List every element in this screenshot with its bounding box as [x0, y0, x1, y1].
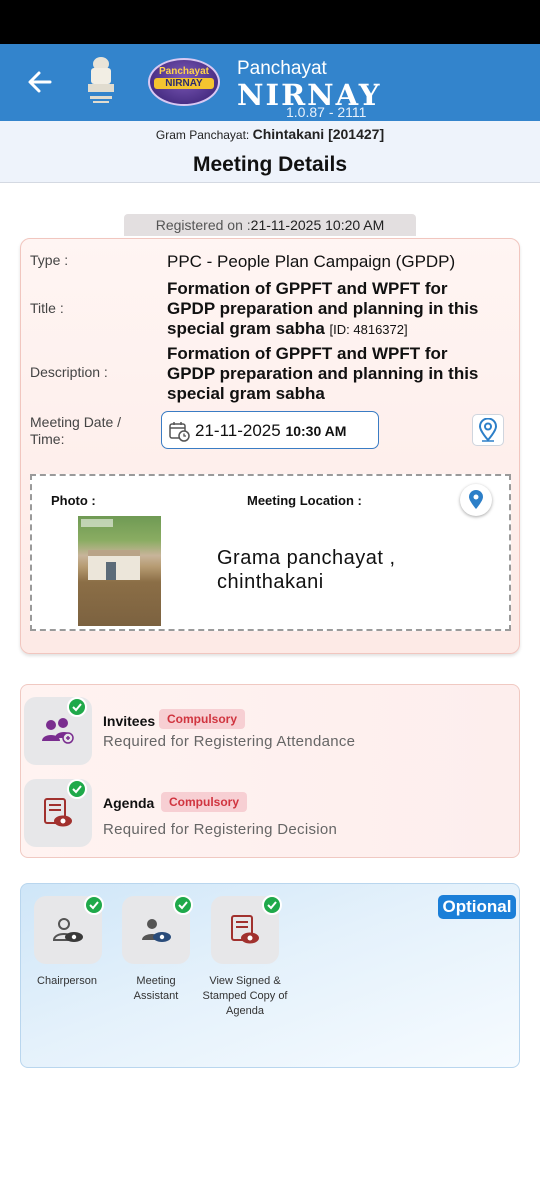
nirnay-logo: Panchayat NIRNAY	[148, 54, 220, 110]
logo-text-top: Panchayat	[158, 66, 210, 77]
datetime-label: Meeting Date / Time:	[30, 414, 122, 447]
registered-on-tab: Registered on :21-11-2025 10:20 AM	[124, 214, 416, 236]
invitees-compulsory-badge: Compulsory	[159, 709, 246, 729]
person-view-icon	[52, 918, 83, 942]
signed-agenda-label: View Signed & Stamped Copy of Agenda	[202, 975, 288, 1017]
title-label: Title :	[30, 300, 64, 316]
agenda-check-icon	[67, 779, 87, 799]
logo-text-mid: NIRNAY	[154, 78, 214, 89]
registered-label: Registered on :	[155, 217, 251, 233]
signed-agenda-check-icon	[262, 895, 282, 915]
gram-panchayat-value: Chintakani [201427]	[252, 126, 385, 142]
photo-label: Photo :	[51, 493, 96, 508]
gram-panchayat-bar: Gram Panchayat: Chintakani [201427] Meet…	[0, 121, 540, 183]
agenda-compulsory-badge: Compulsory	[161, 792, 248, 812]
app-title-small: Panchayat	[237, 58, 327, 79]
document-view-icon	[44, 798, 72, 827]
document-view-icon	[231, 915, 259, 944]
gram-panchayat-label: Gram Panchayat:	[155, 128, 250, 142]
meeting-assistant-label: Meeting Assistant	[133, 975, 179, 1002]
gram-panchayat-line: Gram Panchayat: Chintakani [201427]	[0, 126, 540, 142]
registered-value: 21-11-2025 10:20 AM	[250, 217, 385, 233]
location-button[interactable]	[472, 414, 504, 446]
calendar-clock-icon	[169, 422, 190, 442]
invitees-subtitle: Required for Registering Attendance	[103, 733, 356, 750]
meeting-time: 10:30 AM	[285, 423, 347, 439]
arrow-left-icon	[28, 71, 52, 93]
meeting-datetime-field[interactable]: 21-11-2025 10:30 AM	[161, 411, 379, 449]
agenda-subtitle: Required for Registering Decision	[103, 821, 338, 838]
meeting-id: [ID: 4816372]	[329, 322, 408, 337]
description-label: Description :	[30, 364, 108, 380]
chairperson-check-icon	[84, 895, 104, 915]
meeting-location-value: Grama panchayat , chinthakani	[217, 547, 396, 593]
map-pin-outline-icon	[478, 418, 498, 442]
title-value: Formation of GPPFT and WPFT for GPDP pre…	[167, 279, 479, 338]
map-location-button[interactable]	[460, 484, 492, 516]
chairperson-label: Chairperson	[37, 975, 97, 987]
meeting-assistant-check-icon	[173, 895, 193, 915]
meeting-datetime-text: 21-11-2025 10:30 AM	[195, 421, 346, 441]
map-pin-icon	[469, 490, 483, 509]
title-value-block: Formation of GPPFT and WPFT for GPDP pre…	[167, 279, 497, 340]
description-value: Formation of GPPFT and WPFT for GPDP pre…	[167, 344, 479, 403]
person-view-icon	[142, 919, 171, 942]
back-button[interactable]	[22, 64, 58, 100]
type-label: Type :	[30, 252, 69, 268]
agenda-title: Agenda	[103, 795, 155, 811]
people-group-icon	[42, 718, 74, 744]
meeting-date: 21-11-2025	[195, 421, 281, 440]
app-version: 1.0.87 - 2111	[286, 104, 367, 120]
page-title: Meeting Details	[192, 153, 348, 176]
photo-location-box: Photo : Meeting Location : Grama panchay…	[30, 474, 511, 631]
status-bar	[0, 0, 540, 44]
type-value: PPC - People Plan Campaign (GPDP)	[167, 252, 456, 271]
national-emblem-icon	[82, 54, 120, 110]
meeting-photo[interactable]	[78, 516, 161, 626]
invitees-check-icon	[67, 697, 87, 717]
meeting-location-label: Meeting Location :	[247, 493, 362, 508]
optional-badge: Optional	[438, 895, 516, 919]
app-header: Panchayat NIRNAY Panchayat NIRNAY 1.0.87…	[0, 44, 540, 121]
invitees-title: Invitees	[103, 713, 156, 729]
